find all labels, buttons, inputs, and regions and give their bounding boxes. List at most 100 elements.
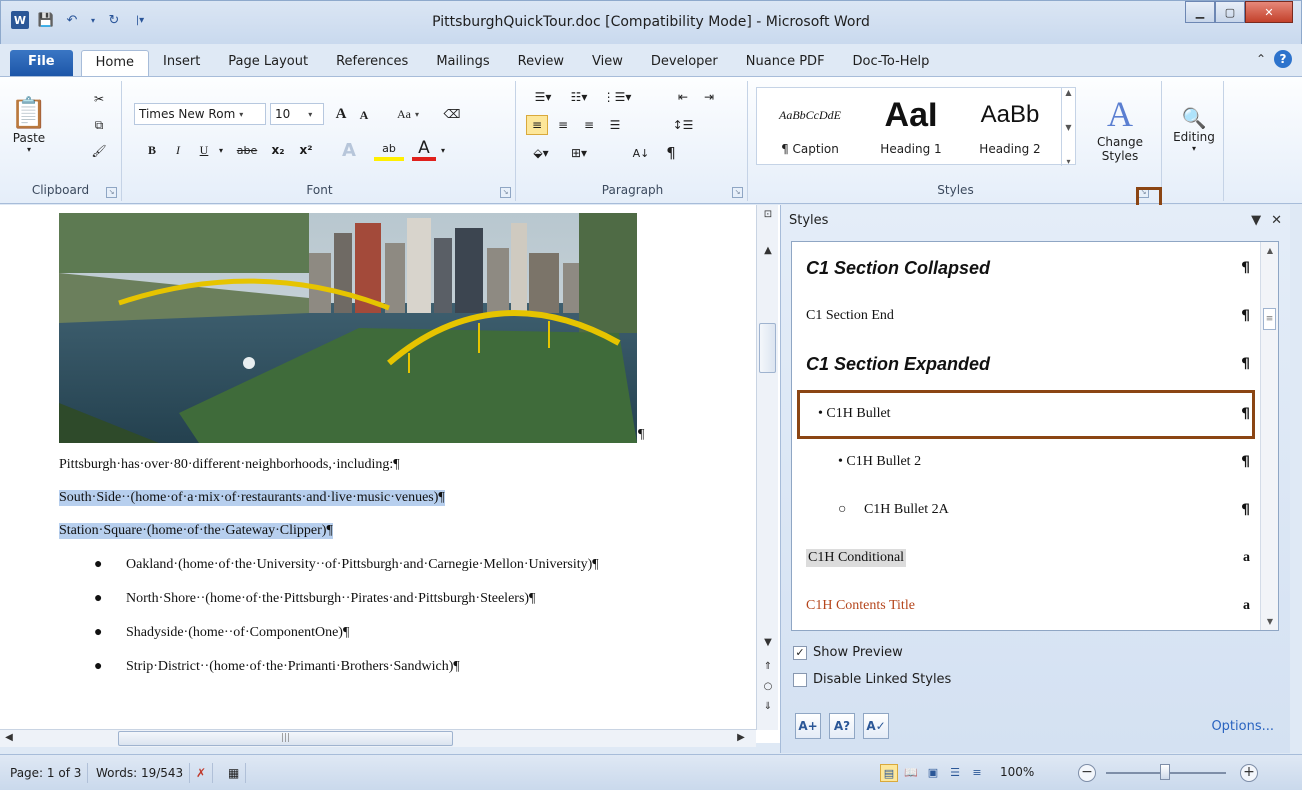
align-left-icon[interactable]: ≡ [526,115,548,135]
show-preview-checkbox[interactable]: ✓ [793,645,807,660]
style-item[interactable]: C1H Contents Title a [792,582,1262,630]
line-spacing-icon[interactable]: ↕☰ [668,115,698,135]
pane-close-icon[interactable]: ✕ [1271,213,1282,228]
disable-linked-checkbox[interactable] [793,672,807,687]
selected-line-south-side[interactable]: South·Side··(home·of·a·mix·of·restaurant… [59,490,445,506]
gallery-more-icon[interactable]: ▾ [1066,157,1070,166]
ruler-toggle-icon[interactable]: ⊡ [757,209,779,220]
outline-icon[interactable]: ☰ [946,764,964,782]
style-inspector-button[interactable]: A? [829,713,855,739]
show-preview-row[interactable]: ✓ Show Preview [793,645,903,660]
underline-button[interactable]: U [194,139,214,161]
help-icon[interactable]: ? [1274,50,1292,68]
align-right-icon[interactable]: ≡ [578,115,600,135]
scroll-up-icon[interactable]: ▲ [757,245,779,256]
underline-dropdown-icon[interactable]: ▾ [216,139,226,161]
zoom-level[interactable]: 100% [1000,765,1034,779]
bold-button[interactable]: B [142,139,162,161]
style-item[interactable]: C1 Section Expanded ¶ [792,340,1262,388]
list-item[interactable]: ● Oakland·(home·of·the·University··of·Pit… [94,557,599,573]
tab-developer[interactable]: Developer [637,50,732,76]
scroll-down-icon[interactable]: ▼ [757,637,779,648]
document-page[interactable]: ¶ Pittsburgh·has·over·80·different·neigh… [24,205,754,730]
vertical-scroll-thumb[interactable] [759,323,776,373]
options-link[interactable]: Options... [1211,719,1274,734]
paragraph-launcher-icon[interactable]: ↘ [732,187,743,198]
gallery-item-heading-1[interactable]: AaI Heading 1 [863,88,959,166]
clipboard-launcher-icon[interactable]: ↘ [106,187,117,198]
scroll-right-icon[interactable]: ▶ [734,732,748,743]
tab-review[interactable]: Review [504,50,578,76]
cut-icon[interactable]: ✂ [88,89,110,109]
gallery-down-icon[interactable]: ▼ [1065,123,1071,132]
strikethrough-button[interactable]: abe [232,139,262,161]
tab-home[interactable]: Home [80,50,149,76]
intro-paragraph[interactable]: Pittsburgh·has·over·80·different·neighbo… [59,457,400,473]
style-item[interactable]: C1H Conditional a [792,534,1262,582]
tab-nuance-pdf[interactable]: Nuance PDF [732,50,839,76]
highlight-color-button[interactable]: ab [374,139,404,161]
tab-mailings[interactable]: Mailings [422,50,503,76]
proofing-icon[interactable]: ✗ [190,763,214,783]
tab-view[interactable]: View [578,50,637,76]
gallery-scroll[interactable]: ▲ ▼ ▾ [1061,88,1075,166]
style-item[interactable]: ○ C1H Bullet 2A ¶ [792,486,1262,534]
numbering-icon[interactable]: ☷▾ [562,87,596,107]
shrink-font-icon[interactable]: A [354,105,374,125]
close-button[interactable]: ✕ [1245,1,1293,23]
browse-object-icon[interactable]: ○ [757,681,779,692]
tab-file[interactable]: File [10,50,73,76]
copy-icon[interactable]: ⧉ [88,115,110,135]
list-item[interactable]: ● Strip·District··(home·of·the·Primanti·B… [94,659,460,675]
new-style-button[interactable]: A+ [795,713,821,739]
justify-icon[interactable]: ☰ [604,115,626,135]
macro-icon[interactable]: ▦ [222,763,247,783]
scroll-left-icon[interactable]: ◀ [2,732,16,743]
gallery-up-icon[interactable]: ▲ [1065,88,1071,97]
gallery-item-caption[interactable]: AaBbCcDdE ¶ Caption [757,88,863,166]
show-hide-icon[interactable]: ¶ [660,143,682,163]
change-styles-button[interactable]: A Change Styles [1088,85,1152,171]
list-item[interactable]: ● North·Shore··(home·of·the·Pittsburgh··P… [94,591,535,607]
page-count[interactable]: Page: 1 of 3 [4,763,89,783]
zoom-in-icon[interactable]: + [1240,764,1258,782]
draft-icon[interactable]: ≡ [968,764,986,782]
manage-styles-button[interactable]: A✓ [863,713,889,739]
format-painter-icon[interactable]: 🖌 [88,141,110,161]
change-case-button[interactable]: Aa ▾ [388,103,428,125]
font-name-dropdown[interactable]: Times New Rom ▾ [134,103,266,125]
tab-insert[interactable]: Insert [149,50,214,76]
previous-page-icon[interactable]: ⇑ [757,661,779,672]
text-effects-icon[interactable]: A [338,139,360,161]
list-item[interactable]: ● Shadyside·(home··of·ComponentOne)¶ [94,625,349,641]
zoom-out-icon[interactable]: − [1078,764,1096,782]
sort-icon[interactable]: A↓ [628,143,654,163]
style-item[interactable]: C1 Section Collapsed ¶ [792,244,1262,292]
font-color-button[interactable]: A [412,138,436,161]
pane-options-dropdown-icon[interactable]: ▼ [1251,213,1261,228]
print-layout-icon[interactable]: ▤ [880,764,898,782]
font-launcher-icon[interactable]: ↘ [500,187,511,198]
style-item[interactable]: • C1H Bullet 2 ¶ [792,438,1262,486]
tab-references[interactable]: References [322,50,422,76]
subscript-button[interactable]: x₂ [266,139,290,161]
full-screen-reading-icon[interactable]: 📖 [902,764,920,782]
styles-list-scrollbar[interactable]: ▲ ≡ ▼ [1260,242,1278,630]
pittsburgh-photo[interactable] [59,213,637,443]
align-center-icon[interactable]: ≡ [552,115,574,135]
word-count[interactable]: Words: 19/543 [90,763,191,783]
web-layout-icon[interactable]: ▣ [924,764,942,782]
styles-scroll-thumb[interactable]: ≡ [1263,308,1276,330]
zoom-slider-thumb[interactable] [1160,764,1170,780]
selected-line-station-square[interactable]: Station·Square·(home·of·the·Gateway·Clip… [59,523,333,539]
italic-button[interactable]: I [168,139,188,161]
minimize-button[interactable]: ▁ [1185,1,1215,23]
bullets-icon[interactable]: ☰▾ [526,87,560,107]
document-horizontal-scrollbar[interactable]: ◀ ||| ▶ [0,729,756,747]
gallery-item-heading-2[interactable]: AaBb Heading 2 [959,88,1061,166]
minimize-ribbon-icon[interactable]: ⌃ [1256,52,1266,66]
style-item[interactable]: C1 Section End ¶ [792,292,1262,340]
editing-button[interactable]: 🔍 Editing ▾ [1168,87,1220,171]
next-page-icon[interactable]: ⇓ [757,701,779,712]
horizontal-scroll-thumb[interactable]: ||| [118,731,453,746]
